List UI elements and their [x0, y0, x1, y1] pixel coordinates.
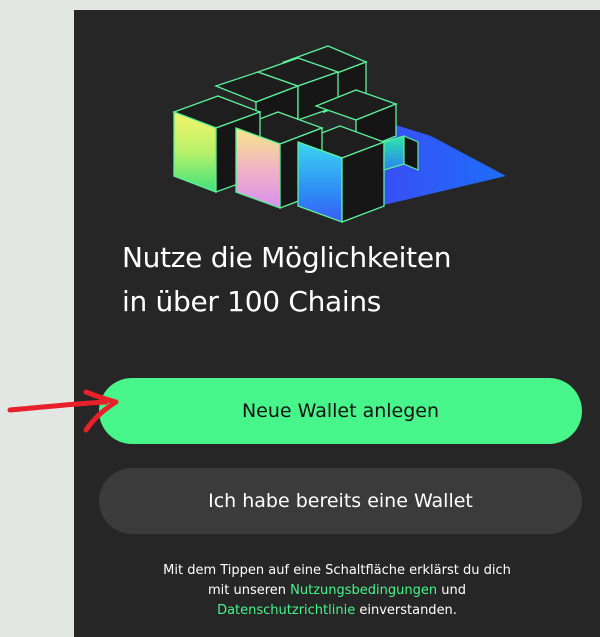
existing-wallet-button-label: Ich habe bereits eine Wallet	[208, 490, 473, 512]
legal-line-3-suffix: einverstanden.	[355, 603, 457, 618]
create-wallet-button[interactable]: Neue Wallet anlegen	[99, 378, 582, 444]
legal-line-2-suffix: und	[437, 583, 467, 598]
red-arrow-icon	[7, 389, 119, 433]
create-wallet-button-label: Neue Wallet anlegen	[241, 400, 440, 422]
stacked-cubes-illustration	[172, 45, 506, 223]
legal-line-2-prefix: mit unseren	[207, 583, 291, 598]
privacy-link[interactable]: Datenschutzrichtlinie	[217, 603, 355, 618]
headline-line-2: in über 100 Chains	[122, 285, 382, 318]
headline-line-1: Nutze die Möglichkeiten	[122, 241, 452, 274]
existing-wallet-button[interactable]: Ich habe bereits eine Wallet	[99, 468, 582, 534]
terms-link[interactable]: Nutzungsbedingungen	[290, 583, 437, 598]
legal-line-1: Mit dem Tippen auf eine Schaltfläche erk…	[163, 563, 511, 578]
page-title: Nutze die Möglichkeiten in über 100 Chai…	[122, 236, 582, 324]
legal-notice: Mit dem Tippen auf eine Schaltfläche erk…	[94, 561, 580, 621]
page: Nutze die Möglichkeiten in über 100 Chai…	[0, 0, 600, 637]
app-screen: Nutze die Möglichkeiten in über 100 Chai…	[74, 10, 600, 637]
